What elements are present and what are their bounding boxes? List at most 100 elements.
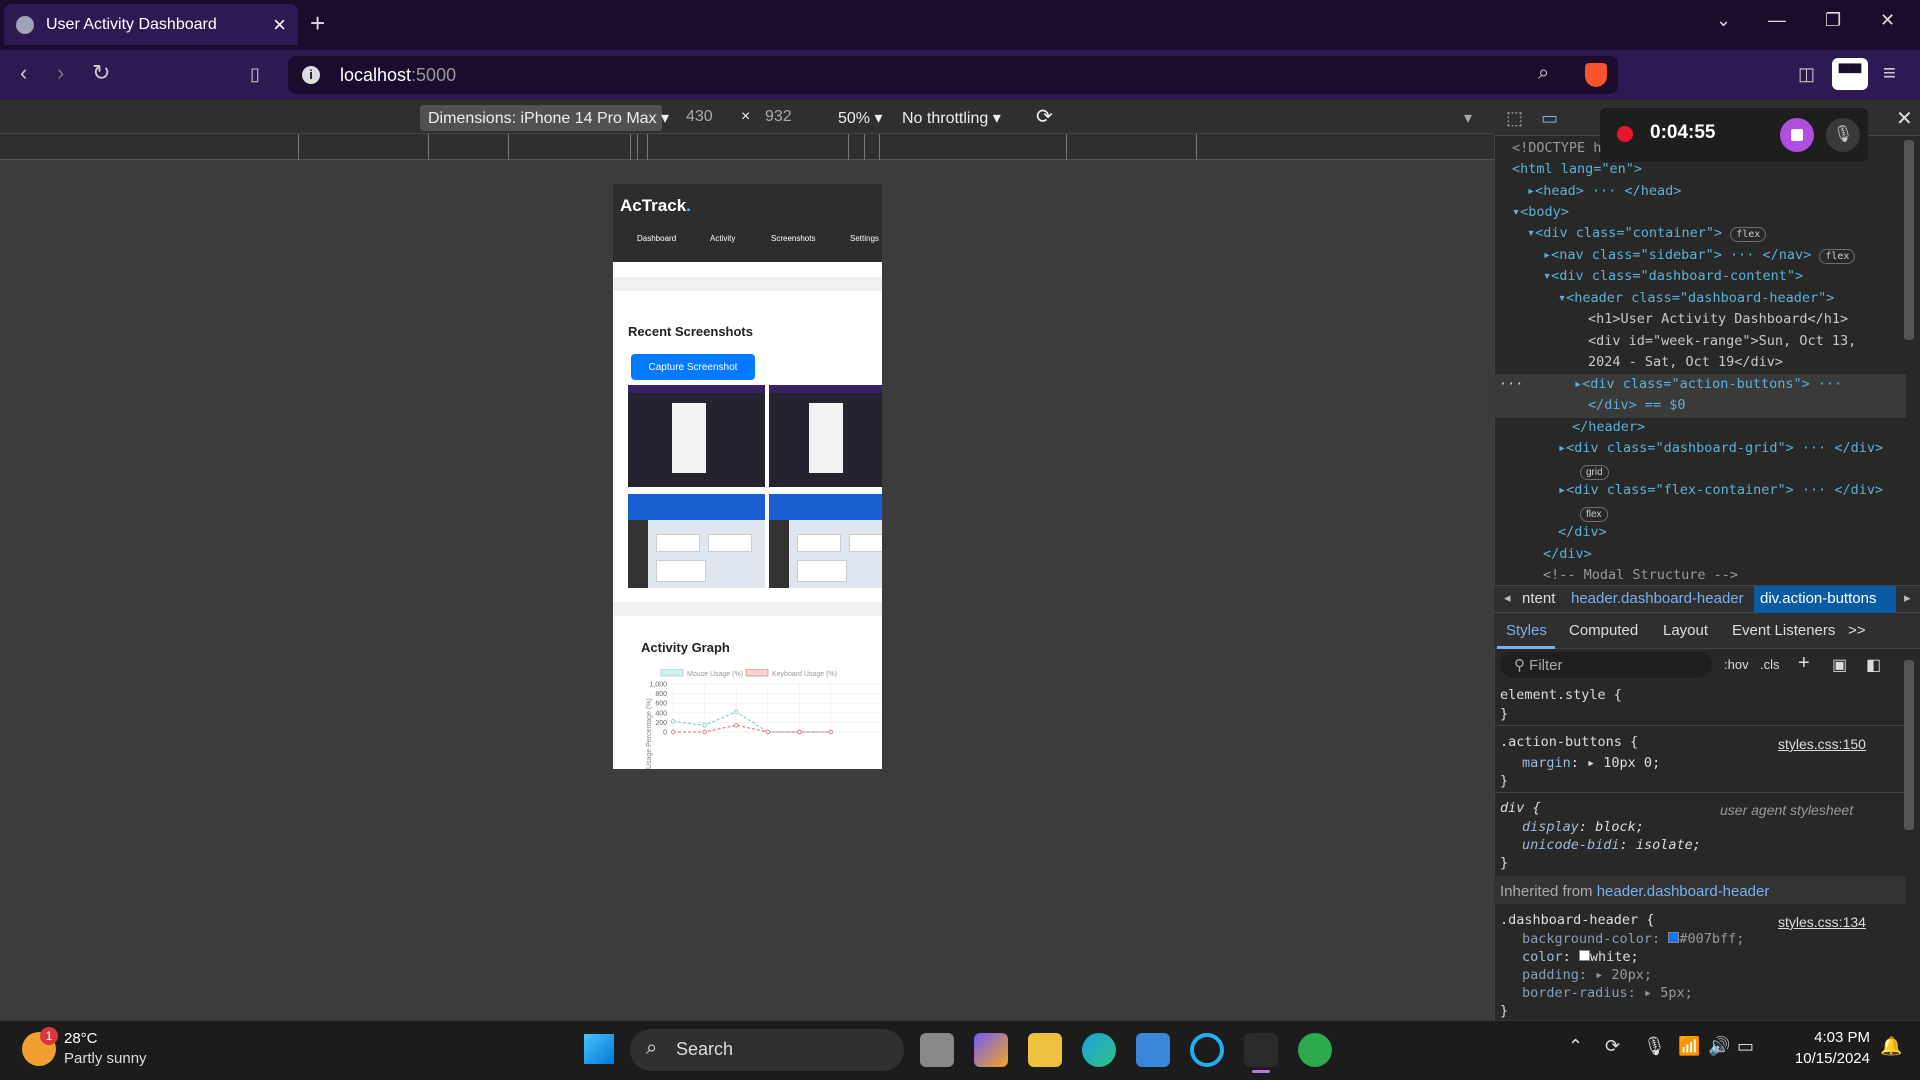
legend-swatch[interactable]	[745, 669, 769, 677]
dom-line[interactable]: 2024 - Sat, Oct 19</div>	[1588, 354, 1783, 370]
data-point[interactable]	[702, 723, 707, 728]
more-tabs-icon[interactable]: >>	[1848, 622, 1866, 639]
width-input[interactable]: 430	[686, 108, 713, 126]
reload-icon[interactable]: ↻	[92, 60, 110, 86]
data-point[interactable]	[670, 729, 676, 735]
bookmark-icon[interactable]: ▯	[250, 64, 260, 85]
dom-line[interactable]: </div>	[1558, 524, 1607, 540]
tab-layout[interactable]: Layout	[1663, 622, 1708, 639]
notifications-icon[interactable]: 🔔	[1880, 1036, 1902, 1057]
dom-line[interactable]: </div>	[1543, 546, 1592, 562]
grid-badge[interactable]: grid	[1580, 465, 1609, 480]
mongodb-icon[interactable]	[1298, 1033, 1332, 1067]
breadcrumb-item[interactable]: header.dashboard-header	[1571, 590, 1744, 607]
stylesheet-link[interactable]: styles.css:134	[1778, 914, 1866, 930]
microphone-icon[interactable]: 🎙	[1826, 118, 1860, 152]
back-icon[interactable]: ‹	[20, 60, 27, 86]
more-actions-icon[interactable]: ···	[1499, 376, 1523, 392]
task-view-icon[interactable]	[920, 1033, 954, 1067]
tab-computed[interactable]: Computed	[1569, 622, 1638, 639]
weather-desc[interactable]: Partly sunny	[64, 1050, 147, 1067]
tab-event-listeners[interactable]: Event Listeners	[1732, 622, 1835, 639]
dom-line[interactable]: ▸<head> ··· </head>	[1527, 183, 1681, 199]
dom-line[interactable]: </div> == $0	[1588, 397, 1686, 413]
flex-badge[interactable]: flex	[1730, 227, 1767, 242]
data-point[interactable]	[733, 709, 739, 715]
inherited-link[interactable]: header.dashboard-header	[1597, 883, 1770, 900]
data-point[interactable]	[765, 729, 770, 735]
device-more-icon[interactable]: ▾	[1464, 108, 1472, 128]
brave-shield-icon[interactable]	[1585, 63, 1607, 87]
hov-toggle[interactable]: :hov	[1724, 657, 1749, 672]
device-mode-icon[interactable]: ▭	[1541, 108, 1558, 129]
data-point[interactable]	[670, 719, 676, 724]
minimize-button[interactable]: —	[1768, 10, 1786, 31]
throttling-select[interactable]: No throttling ▾	[902, 108, 1001, 128]
cortana-icon[interactable]	[1190, 1033, 1224, 1067]
rotate-icon[interactable]: ⟳	[1036, 104, 1053, 129]
copilot-icon[interactable]	[974, 1033, 1008, 1067]
nav-settings[interactable]: Settings	[850, 234, 879, 243]
windows-start-icon[interactable]	[584, 1034, 614, 1064]
wallet-icon[interactable]: ▀▀	[1832, 58, 1868, 90]
breadcrumb-left-icon[interactable]: ◂	[1504, 590, 1511, 606]
zoom-icon[interactable]: ⌕	[1538, 62, 1549, 85]
margin-declaration[interactable]: margin: ▸ 10px 0;	[1522, 755, 1660, 771]
breadcrumb-right-icon[interactable]: ▸	[1904, 590, 1911, 606]
sidebar-toggle-icon[interactable]: ◧	[1866, 655, 1881, 675]
action-buttons-selector[interactable]: .action-buttons {	[1500, 734, 1638, 750]
dom-line[interactable]: </header>	[1572, 419, 1645, 435]
brave-taskbar-icon[interactable]	[1244, 1033, 1278, 1067]
clock-time[interactable]: 4:03 PM	[1790, 1029, 1870, 1046]
dom-line[interactable]: ▸<nav class="sidebar"> ··· </nav> flex	[1543, 247, 1856, 264]
close-tab-icon[interactable]: ×	[273, 12, 286, 38]
capture-screenshot-button[interactable]: Capture Screenshot	[631, 354, 755, 380]
clock-date[interactable]: 10/15/2024	[1778, 1050, 1870, 1067]
dom-line[interactable]: <!DOCTYPE h	[1512, 140, 1601, 156]
styles-filter-input[interactable]: ⚲ Filter	[1500, 652, 1712, 678]
color-swatch[interactable]	[1578, 950, 1590, 961]
flex-badge[interactable]: flex	[1580, 507, 1608, 522]
dimensions-select[interactable]: Dimensions: iPhone 14 Pro Max ▾	[420, 105, 669, 131]
screenshot-thumbnail[interactable]	[628, 385, 765, 487]
screenshot-thumbnail[interactable]	[769, 494, 882, 588]
dashboard-header-selector[interactable]: .dashboard-header {	[1500, 912, 1654, 928]
dom-line[interactable]: <h1>User Activity Dashboard</h1>	[1588, 311, 1848, 327]
breadcrumb-item[interactable]: div.action-buttons	[1760, 590, 1876, 607]
mic-tray-icon[interactable]: 🎙	[1643, 1036, 1666, 1057]
dom-line[interactable]: ▾<body>	[1512, 204, 1569, 220]
menu-icon[interactable]: ≡	[1883, 60, 1896, 86]
dom-line[interactable]: ▸<div class="flex-container"> ··· </div>	[1558, 482, 1883, 498]
paint-icon[interactable]: ▣	[1832, 655, 1847, 675]
wifi-icon[interactable]: 📶	[1678, 1036, 1700, 1057]
inspect-icon[interactable]: ⬚	[1506, 108, 1523, 129]
screenshot-thumbnail[interactable]	[769, 385, 882, 487]
data-point[interactable]	[828, 729, 834, 735]
taskbar-search[interactable]: Search	[630, 1029, 904, 1071]
dom-line[interactable]: <!-- Modal Structure -->	[1543, 567, 1738, 583]
tab-styles[interactable]: Styles	[1506, 622, 1547, 639]
stylesheet-link[interactable]: styles.css:150	[1778, 736, 1866, 752]
dom-line[interactable]: <div id="week-range">Sun, Oct 13,	[1588, 333, 1856, 349]
cls-toggle[interactable]: .cls	[1760, 657, 1780, 672]
nav-screenshots[interactable]: Screenshots	[771, 234, 815, 243]
data-point[interactable]	[733, 723, 739, 728]
height-input[interactable]: 932	[765, 108, 792, 126]
battery-icon[interactable]: ▭	[1737, 1036, 1754, 1057]
edge-icon[interactable]	[1082, 1033, 1116, 1067]
tray-overflow-icon[interactable]: ⌃	[1568, 1036, 1583, 1057]
sync-icon[interactable]: ⟳	[1605, 1036, 1620, 1057]
breadcrumb-item[interactable]: ntent	[1522, 590, 1555, 607]
stop-recording-button[interactable]	[1780, 118, 1814, 152]
zoom-select[interactable]: 50% ▾	[838, 108, 883, 128]
store-icon[interactable]	[1136, 1033, 1170, 1067]
nav-activity[interactable]: Activity	[710, 234, 735, 243]
forward-icon[interactable]: ›	[57, 60, 64, 86]
sidebar-icon[interactable]: ◫	[1798, 64, 1815, 85]
new-tab-button[interactable]: +	[310, 8, 325, 39]
tab-search-icon[interactable]: ⌄	[1716, 10, 1731, 31]
dom-line[interactable]: ▸<div class="dashboard-grid"> ··· </div>	[1558, 440, 1883, 456]
site-info-icon[interactable]: i	[302, 66, 320, 84]
dom-line[interactable]: <html lang="en">	[1512, 161, 1642, 177]
scrollbar[interactable]	[1904, 140, 1914, 340]
